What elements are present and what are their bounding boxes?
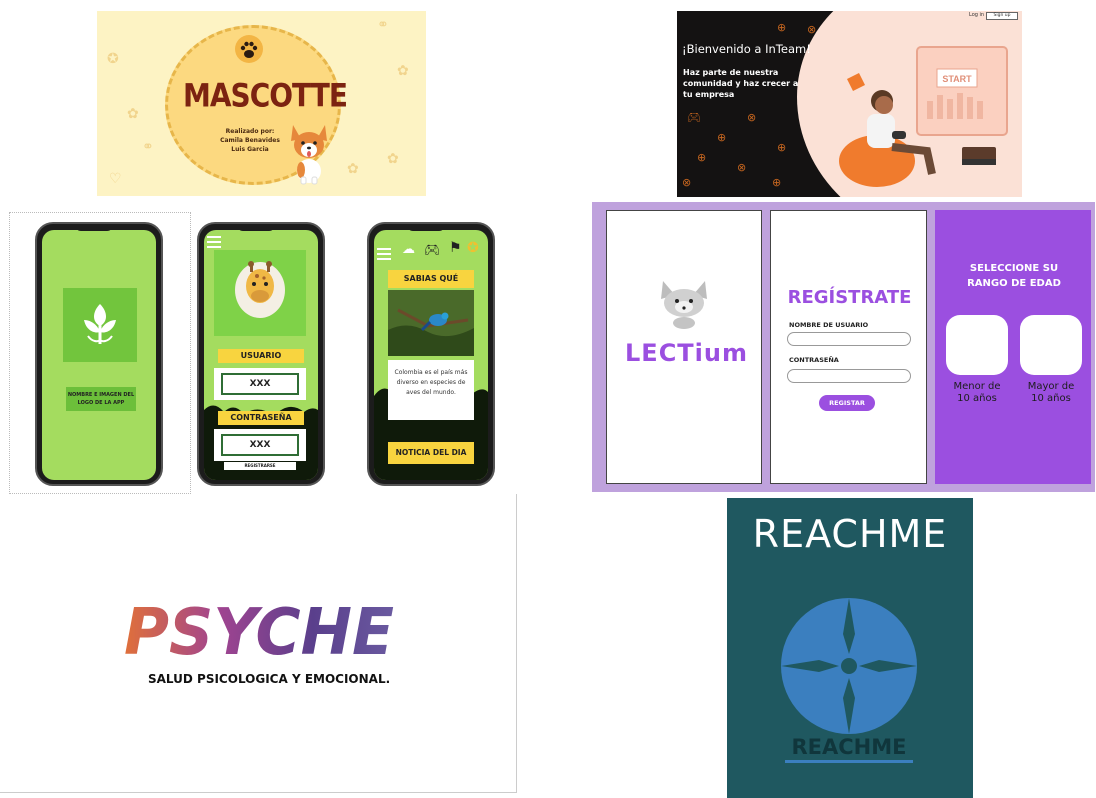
bird-photo [388, 290, 474, 356]
lectium-logo: LECTium [625, 339, 748, 367]
under10-option[interactable] [946, 315, 1008, 375]
gamepad-pattern-icon-2: ⊕ [717, 131, 727, 144]
lectium-register-panel: REGÍSTRATE NOMBRE DE USUARIO CONTRASEÑA … [770, 210, 927, 484]
award-icon[interactable]: ✪ [467, 240, 479, 256]
news-screen: ☁ 🎮︎ ⚑ ✪ SABIAS QUÉ Colombia es el país … [374, 230, 488, 480]
over10-label: Mayor de 10 años [1027, 381, 1075, 404]
credits-heading: Realizado por: [225, 128, 275, 135]
svg-text:START: START [942, 74, 972, 84]
ribbon-icon: ✪ [107, 51, 119, 67]
giraffe-avatar [235, 261, 285, 318]
register-button[interactable]: REGISTAR [819, 395, 875, 411]
login-link[interactable]: Log in [969, 12, 984, 18]
contrasena-input[interactable]: XXX [221, 434, 299, 456]
credits: Realizado por: Camila Benavides Luis Gar… [219, 127, 281, 154]
phone-notch-3 [407, 224, 445, 231]
phone-notch [75, 224, 113, 231]
login-screen: USUARIO XXX CONTRASEÑA XXX REGISTRARSE [204, 230, 318, 480]
age-title-line2: RANGO DE EDAD [967, 278, 1061, 289]
mascotte-title: MASCOTTE [183, 76, 348, 115]
contrasena-label: CONTRASEÑA [218, 411, 304, 425]
psyche-subtitle: SALUD PSICOLOGICA Y EMOCIONAL. [148, 672, 391, 686]
inteam-slide: 🎮︎ ⊕ ⊗ ⊕ ⊗ ⊕ ⊗ ⊕ ⊗ ⊕ ¡Bienvenido a InTea… [677, 11, 1022, 197]
psyche-slide: PSYCHE SALUD PSICOLOGICA Y EMOCIONAL. [0, 494, 517, 793]
register-title: REGÍSTRATE [787, 287, 912, 308]
reachme-slide: REACHME REACHME [727, 498, 973, 798]
sabias-que-label: SABIAS QUÉ [388, 270, 474, 288]
gamepad-pattern-icon-8: ⊕ [772, 176, 782, 189]
paw-deco-icon: ✿ [127, 106, 139, 122]
paw-deco-icon-2: ✿ [397, 63, 409, 79]
lectium-age-panel: SELECCIONE SU RANGO DE EDAD Menor de 10 … [935, 210, 1091, 484]
gamepad-pattern-icon-7: ⊗ [682, 176, 692, 189]
psyche-title: PSYCHE [124, 596, 394, 664]
gamer-illustration: START [839, 46, 1008, 187]
author-1: Camila Benavides [220, 137, 280, 144]
flag-icon[interactable]: ⚑ [449, 240, 462, 256]
phone-notch-2 [237, 224, 275, 231]
signup-button[interactable]: Sign up [986, 12, 1018, 20]
lectium-slide: LECTium REGÍSTRATE NOMBRE DE USUARIO CON… [592, 202, 1095, 492]
over10-option[interactable] [1020, 315, 1082, 375]
welcome-heading: ¡Bienvenido a InTeam! [682, 42, 811, 56]
menu-icon-2[interactable] [377, 248, 391, 260]
phone-splash: NOMBRE E IMAGEN DEL LOGO DE LA APP [35, 222, 163, 486]
under10-label: Menor de 10 años [953, 381, 1001, 404]
fox-mascot [661, 281, 707, 329]
paw-deco-icon-3: ✿ [347, 161, 359, 177]
bone-icon-2: ⚭ [377, 17, 389, 33]
reachme-hands-logo: REACHME [781, 598, 917, 763]
gamepad-pattern-icon-4: ⊕ [697, 151, 707, 164]
author-2: Luis Garcia [231, 146, 269, 153]
usuario-label: USUARIO [218, 349, 304, 363]
gamepad-pattern-icon-3: ⊗ [747, 111, 757, 124]
reachme-title: REACHME [752, 512, 948, 556]
phone-login: USUARIO XXX CONTRASEÑA XXX REGISTRARSE [197, 222, 325, 486]
leaf-icon [84, 304, 116, 344]
username-label: NOMBRE DE USUARIO [789, 321, 869, 329]
app-logo-text: NOMBRE E IMAGEN DEL LOGO DE LA APP [66, 387, 136, 411]
usuario-input[interactable]: XXX [221, 373, 299, 395]
password-input[interactable] [787, 369, 911, 383]
age-title-line1: SELECCIONE SU [969, 263, 1059, 274]
gamepad-pattern-icon-5: ⊗ [737, 161, 747, 174]
gamepad-icon[interactable]: 🎮︎ [424, 243, 441, 258]
fact-card: Colombia es el país más diverso en espec… [388, 360, 474, 420]
username-input[interactable] [787, 332, 911, 346]
cloud-icon[interactable]: ☁ [402, 242, 415, 257]
noticia-button[interactable]: NOTICIA DEL DIA [388, 442, 474, 464]
heart-icon: ♡ [109, 171, 122, 187]
bone-icon: ⚭ [142, 139, 154, 155]
age-title: SELECCIONE SU RANGO DE EDAD [936, 261, 1092, 291]
gamepad-pattern-icon-6: ⊕ [777, 141, 787, 154]
gamepad-pattern-icon-10: ⊕ [777, 21, 787, 34]
welcome-description: Haz parte de nuestra comunidad y haz cre… [683, 68, 799, 99]
registrarse-button[interactable]: REGISTRARSE [224, 462, 296, 470]
phone-news: ☁ 🎮︎ ⚑ ✪ SABIAS QUÉ Colombia es el país … [367, 222, 495, 486]
menu-icon[interactable] [207, 236, 221, 248]
lectium-splash-panel: LECTium [606, 210, 762, 484]
phone-mockups: NOMBRE E IMAGEN DEL LOGO DE LA APP USUAR… [9, 212, 515, 494]
reachme-logo-text: REACHME [792, 735, 907, 759]
gamepad-pattern-icon: 🎮︎ [687, 111, 701, 124]
paw-icon [240, 41, 258, 58]
paw-deco-icon-4: ✿ [387, 151, 399, 167]
password-label: CONTRASEÑA [789, 356, 839, 364]
splash-screen: NOMBRE E IMAGEN DEL LOGO DE LA APP [42, 230, 156, 480]
corgi-illustration [291, 125, 327, 185]
mascotte-slide: ✪ ✿ ⚭ ♡ ⚭ ✿ ✿ ✿ MASCOTTE Realizado por: … [97, 11, 426, 196]
psyche-logo: PSYCHE [124, 596, 394, 664]
